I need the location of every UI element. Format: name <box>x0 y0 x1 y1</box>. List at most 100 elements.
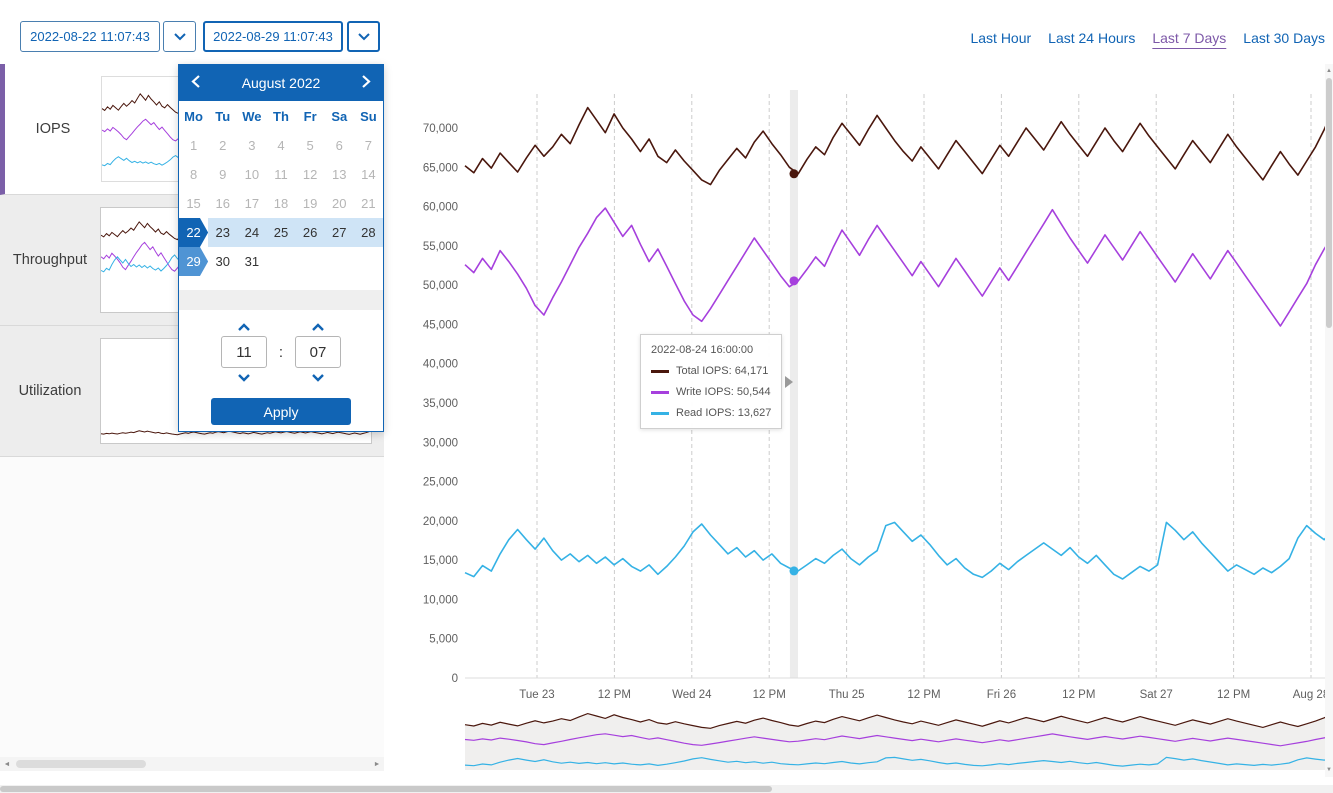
tooltip-row: Total IOPS: 64,171 <box>651 365 771 377</box>
calendar-empty-cell <box>354 247 383 276</box>
calendar-day-4[interactable]: 4 <box>266 131 295 160</box>
calendar-day-12[interactable]: 12 <box>296 160 325 189</box>
tooltip-row: Write IOPS: 50,544 <box>651 386 771 398</box>
end-date-dropdown-button[interactable] <box>347 21 380 52</box>
calendar-day-14[interactable]: 14 <box>354 160 383 189</box>
next-month-button[interactable] <box>359 72 373 94</box>
calendar-day-16[interactable]: 16 <box>208 189 237 218</box>
calendar-day-29[interactable]: 29 <box>179 247 208 276</box>
tooltip-row: Read IOPS: 13,627 <box>651 407 771 419</box>
calendar-day-17[interactable]: 17 <box>237 189 266 218</box>
calendar-day-19[interactable]: 19 <box>296 189 325 218</box>
calendar-day-28[interactable]: 28 <box>354 218 383 247</box>
start-datetime-input[interactable] <box>20 21 160 52</box>
chevron-up-icon <box>237 320 251 335</box>
hover-dot-write-iops <box>789 276 798 285</box>
scrollbar-thumb[interactable] <box>0 786 772 792</box>
tooltip-value: Total IOPS: 64,171 <box>676 365 768 377</box>
calendar-day-13[interactable]: 13 <box>325 160 354 189</box>
calendar-day-headers: MoTuWeThFrSaSu <box>179 101 383 131</box>
y-tick-label: 60,000 <box>423 202 458 214</box>
calendar-grid: 1234567891011121314151617181920212223242… <box>179 131 383 276</box>
calendar-day-21[interactable]: 21 <box>354 189 383 218</box>
quick-range-last-7-days[interactable]: Last 7 Days <box>1152 30 1226 46</box>
calendar-day-3[interactable]: 3 <box>237 131 266 160</box>
y-tick-label: 35,000 <box>423 398 458 410</box>
chart-area[interactable]: Tue 2312 PMWed 2412 PMThu 2512 PMFri 261… <box>400 64 1333 785</box>
series-line-read-iops <box>465 522 1333 579</box>
calendar-day-22[interactable]: 22 <box>179 218 208 247</box>
scrollbar-thumb[interactable] <box>16 760 146 768</box>
y-tick-label: 10,000 <box>423 594 458 606</box>
calendar-day-7[interactable]: 7 <box>354 131 383 160</box>
scroll-right-arrow-icon[interactable]: ► <box>370 757 384 771</box>
date-picker-popup: August 2022 MoTuWeThFrSaSu 1234567891011… <box>178 64 384 432</box>
iops-line-chart[interactable]: Tue 2312 PMWed 2412 PMThu 2512 PMFri 261… <box>400 64 1333 785</box>
hover-dot-total-iops <box>789 169 798 178</box>
start-date-dropdown-button[interactable] <box>163 21 196 52</box>
x-tick-label: 12 PM <box>598 689 631 701</box>
quick-range-last-30-days[interactable]: Last 30 Days <box>1243 30 1325 46</box>
calendar-day-5[interactable]: 5 <box>296 131 325 160</box>
end-datetime-input[interactable] <box>203 21 343 52</box>
legend-swatch-icon <box>651 391 669 394</box>
scroll-up-arrow-icon[interactable]: ▲ <box>1325 66 1333 76</box>
calendar-day-20[interactable]: 20 <box>325 189 354 218</box>
calendar-day-6[interactable]: 6 <box>325 131 354 160</box>
calendar-day-15[interactable]: 15 <box>179 189 208 218</box>
minute-increment-button[interactable] <box>295 320 341 334</box>
y-tick-label: 55,000 <box>423 241 458 253</box>
calendar-day-27[interactable]: 27 <box>325 218 354 247</box>
chevron-left-icon <box>191 74 201 92</box>
minute-input[interactable] <box>295 336 341 368</box>
calendar-empty-cell <box>266 247 295 276</box>
calendar-day-9[interactable]: 9 <box>208 160 237 189</box>
y-tick-label: 45,000 <box>423 319 458 331</box>
scroll-left-arrow-icon[interactable]: ◄ <box>0 757 14 771</box>
y-tick-label: 25,000 <box>423 477 458 489</box>
day-header-tu: Tu <box>208 101 237 131</box>
apply-button[interactable]: Apply <box>211 398 351 425</box>
calendar-day-31[interactable]: 31 <box>237 247 266 276</box>
calendar-day-11[interactable]: 11 <box>266 160 295 189</box>
calendar-day-10[interactable]: 10 <box>237 160 266 189</box>
legend-swatch-icon <box>651 412 669 415</box>
tooltip-value: Write IOPS: 50,544 <box>676 386 771 398</box>
quick-range-last-hour[interactable]: Last Hour <box>970 30 1031 46</box>
y-tick-label: 70,000 <box>423 123 458 135</box>
chevron-down-icon <box>237 370 251 385</box>
calendar-day-1[interactable]: 1 <box>179 131 208 160</box>
hour-decrement-button[interactable] <box>221 370 267 384</box>
calendar-day-23[interactable]: 23 <box>208 218 237 247</box>
horizontal-scrollbar[interactable] <box>0 785 1333 793</box>
calendar-day-26[interactable]: 26 <box>296 218 325 247</box>
calendar-day-8[interactable]: 8 <box>179 160 208 189</box>
scrollbar-thumb[interactable] <box>1326 78 1332 328</box>
chart-tooltip: 2022-08-24 16:00:00 Total IOPS: 64,171Wr… <box>640 334 782 429</box>
hover-dot-read-iops <box>789 566 798 575</box>
calendar-day-24[interactable]: 24 <box>237 218 266 247</box>
calendar-day-2[interactable]: 2 <box>208 131 237 160</box>
calendar-day-25[interactable]: 25 <box>266 218 295 247</box>
chevron-down-icon <box>357 29 371 44</box>
day-header-we: We <box>237 101 266 131</box>
x-tick-label: Wed 24 <box>672 689 712 701</box>
sidebar-horizontal-scrollbar[interactable]: ◄ ► <box>0 757 384 771</box>
y-tick-label: 0 <box>452 673 458 685</box>
x-tick-label: 12 PM <box>907 689 940 701</box>
calendar-day-18[interactable]: 18 <box>266 189 295 218</box>
tooltip-collapse-arrow-icon[interactable] <box>785 376 793 388</box>
hour-increment-button[interactable] <box>221 320 267 334</box>
previous-month-button[interactable] <box>189 72 203 94</box>
chevron-down-icon <box>311 370 325 385</box>
y-tick-label: 40,000 <box>423 359 458 371</box>
minute-decrement-button[interactable] <box>295 370 341 384</box>
quick-range-last-24-hours[interactable]: Last 24 Hours <box>1048 30 1135 46</box>
y-tick-label: 50,000 <box>423 280 458 292</box>
hour-input[interactable] <box>221 336 267 368</box>
calendar-day-30[interactable]: 30 <box>208 247 237 276</box>
time-separator: : <box>267 344 295 361</box>
vertical-scrollbar[interactable]: ▲ ▼ <box>1325 64 1333 777</box>
scroll-down-arrow-icon[interactable]: ▼ <box>1325 765 1333 775</box>
x-tick-label: Tue 23 <box>519 689 554 701</box>
